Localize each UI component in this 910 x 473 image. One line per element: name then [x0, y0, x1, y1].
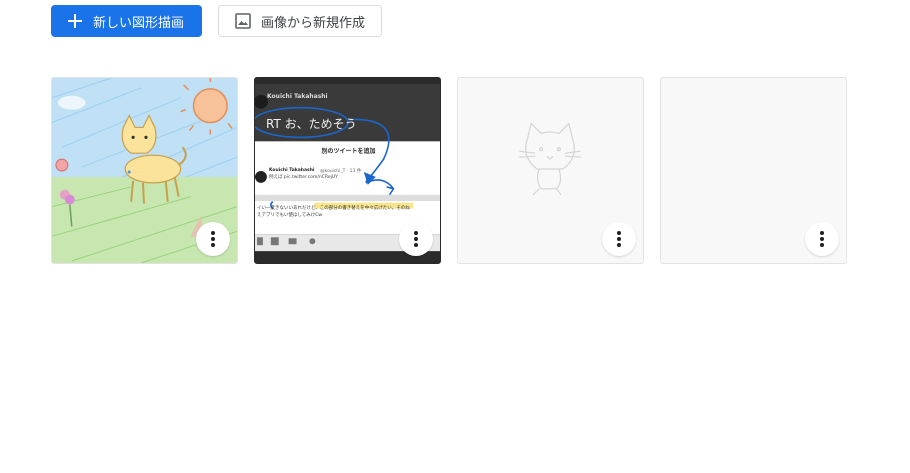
body-text-2: えアプリでもい使ほしてみけCw: [257, 213, 323, 218]
body-text-1: イい一度きないいあれだけど、この部分の書き替えを中々広げたい。そのね: [257, 206, 410, 211]
drawing-card-3[interactable]: [457, 77, 644, 264]
new-from-image-button[interactable]: 画像から新規作成: [218, 5, 382, 37]
more-vert-icon: [414, 231, 418, 235]
more-options-button[interactable]: [196, 222, 230, 256]
tweet-author: Kouichi Takahashi: [267, 93, 328, 100]
more-options-button[interactable]: [399, 222, 433, 256]
more-vert-icon: [211, 231, 215, 235]
dialog-title: 別のツイートを追加: [321, 148, 376, 155]
drawing-card-1[interactable]: [51, 77, 238, 264]
new-drawing-label: 新しい図形描画: [93, 15, 185, 31]
plus-icon: [67, 13, 83, 29]
tweet-text: RT お、ためそう: [266, 117, 357, 131]
reply-text: 例えば pic.twitter.com/nCRejUY: [269, 175, 338, 180]
new-drawing-button[interactable]: 新しい図形描画: [51, 5, 202, 37]
reply-author: Kouichi Takahashi: [269, 168, 315, 173]
drawing-card-4[interactable]: [660, 77, 847, 264]
new-from-image-label: 画像から新規作成: [261, 15, 366, 31]
image-icon: [235, 13, 251, 29]
more-vert-icon: [820, 231, 824, 235]
more-options-button[interactable]: [805, 222, 839, 256]
more-vert-icon: [617, 231, 621, 235]
more-options-button[interactable]: [602, 222, 636, 256]
drawing-card-2[interactable]: Kouichi Takahashi RT お、ためそう 別のツイートを追加 Ko…: [254, 77, 441, 264]
